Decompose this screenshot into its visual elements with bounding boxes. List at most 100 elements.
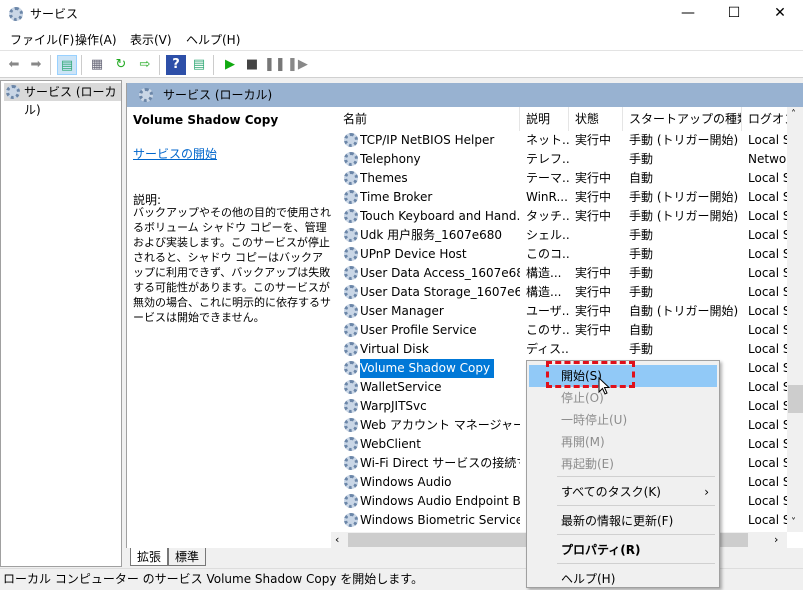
context-menu-item[interactable]: 最新の情報に更新(F) bbox=[529, 510, 717, 532]
cell-status: 実行中 bbox=[575, 323, 612, 337]
cell-description: 構造... bbox=[526, 266, 562, 280]
cell-name: WarpJITSvc bbox=[360, 399, 427, 413]
context-menu-item: 再開(M) bbox=[561, 435, 605, 449]
menu-help[interactable]: ヘルプ(H) bbox=[186, 31, 240, 48]
gear-icon bbox=[344, 152, 358, 166]
sort-ascending-icon: ˄ bbox=[425, 107, 430, 112]
toolbar: ⬅ ➡ ▤ ▦ ↻ ⇨ ? ▤ ▶ ■ ❚❚ ❚▶ bbox=[0, 50, 803, 78]
gear-icon bbox=[344, 266, 358, 280]
vertical-scrollbar[interactable]: ˄ ˅ bbox=[787, 107, 803, 532]
cell-name: Time Broker bbox=[360, 190, 433, 204]
detail-panel: Volume Shadow Copy サービスの開始 説明: バックアップやその… bbox=[127, 107, 331, 548]
minimize-button[interactable]: — bbox=[665, 0, 711, 28]
scroll-thumb[interactable] bbox=[788, 385, 803, 413]
context-menu-item[interactable]: ヘルプ(H) bbox=[529, 568, 717, 590]
gear-icon bbox=[344, 247, 358, 261]
pane-header-title: サービス (ローカル) bbox=[163, 88, 273, 102]
menu-separator bbox=[557, 534, 715, 535]
cell-description: テレフ... bbox=[526, 152, 569, 166]
table-row[interactable]: Telephony テレフ... 手動 Networ bbox=[331, 150, 791, 169]
table-row[interactable]: Udk 用户服务_1607e680 シェル... 手動 Local S bbox=[331, 226, 791, 245]
cell-name: TCP/IP NetBIOS Helper bbox=[360, 133, 495, 147]
show-hide-console-tree-icon[interactable]: ▤ bbox=[57, 55, 77, 75]
cell-description: 構造... bbox=[526, 285, 562, 299]
pane-header: サービス (ローカル) bbox=[127, 83, 803, 107]
cell-status: 実行中 bbox=[575, 171, 612, 185]
cell-name: Telephony bbox=[360, 152, 421, 166]
help-icon[interactable]: ? bbox=[166, 55, 186, 75]
gear-icon bbox=[344, 513, 358, 527]
column-header[interactable]: 状態 bbox=[569, 107, 623, 131]
close-button[interactable]: ✕ bbox=[757, 0, 803, 28]
context-menu-item: 一時停止(U) bbox=[561, 413, 628, 427]
cell-startup-type: 手動 bbox=[629, 228, 654, 242]
cell-name: User Data Storage_1607e680 bbox=[360, 285, 520, 299]
table-row[interactable]: TCP/IP NetBIOS Helper ネット... 実行中 手動 (トリガー開始… bbox=[331, 131, 791, 150]
gear-icon bbox=[344, 475, 358, 489]
context-menu-item[interactable]: プロパティ(R) bbox=[529, 539, 717, 561]
tab-extended[interactable]: 拡張 bbox=[130, 548, 169, 566]
column-headers: 名前説明状態スタートアップの種類ログオン˄ bbox=[331, 107, 802, 131]
cell-description: ディス... bbox=[526, 342, 569, 356]
play-icon[interactable]: ▶ bbox=[220, 55, 240, 75]
menu-separator bbox=[557, 505, 715, 506]
properties-icon[interactable]: ▦ bbox=[87, 55, 107, 75]
forward-arrow-icon[interactable]: ➡ bbox=[26, 55, 46, 75]
pause-icon[interactable]: ❚❚ bbox=[264, 55, 286, 75]
cell-name: Web アカウント マネージャー bbox=[360, 418, 520, 432]
column-header[interactable]: 説明 bbox=[520, 107, 569, 131]
cell-startup-type: 手動 (トリガー開始) bbox=[629, 133, 739, 147]
table-row[interactable]: User Profile Service このサ... 実行中 自動 Local S bbox=[331, 321, 791, 340]
table-row[interactable]: User Manager ユーザ... 実行中 自動 (トリガー開始) Local S bbox=[331, 302, 791, 321]
table-row[interactable]: Themes テーマ... 実行中 自動 Local S bbox=[331, 169, 791, 188]
gear-icon bbox=[344, 133, 358, 147]
column-header[interactable]: スタートアップの種類 bbox=[623, 107, 742, 131]
maximize-button[interactable]: ☐ bbox=[711, 0, 757, 28]
cell-description: このコ... bbox=[526, 247, 569, 261]
cell-status: 実行中 bbox=[575, 133, 612, 147]
table-row[interactable]: Virtual Disk ディス... 手動 Local S bbox=[331, 340, 791, 359]
action-pane-icon[interactable]: ▤ bbox=[189, 55, 209, 75]
gear-icon bbox=[344, 456, 358, 470]
tree-item-label: サービス (ローカル) bbox=[24, 85, 117, 117]
scroll-down-icon[interactable]: ˅ bbox=[791, 517, 796, 528]
table-row[interactable]: User Data Storage_1607e680 構造... 実行中 手動 Loca… bbox=[331, 283, 791, 302]
menu-action[interactable]: 操作(A) bbox=[75, 31, 117, 48]
cell-name: Windows Audio Endpoint B... bbox=[360, 494, 520, 508]
cell-startup-type: 手動 bbox=[629, 342, 654, 356]
context-menu-item[interactable]: すべてのタスク(K) bbox=[529, 481, 717, 503]
start-service-link[interactable]: サービスの開始 bbox=[133, 145, 217, 162]
scroll-up-icon[interactable]: ˄ bbox=[791, 109, 796, 120]
context-menu-item: 再起動(E) bbox=[561, 457, 614, 471]
table-row[interactable]: User Data Access_1607e680 構造... 実行中 手動 Local… bbox=[331, 264, 791, 283]
refresh-icon[interactable]: ↻ bbox=[111, 55, 131, 75]
resume-icon[interactable]: ❚▶ bbox=[287, 55, 308, 75]
chevron-right-icon: › bbox=[704, 485, 709, 499]
scroll-left-icon[interactable]: ‹ bbox=[335, 533, 339, 546]
table-row[interactable]: Time Broker WinR... 実行中 手動 (トリガー開始) Local S bbox=[331, 188, 791, 207]
tab-standard[interactable]: 標準 bbox=[168, 548, 207, 566]
table-row[interactable]: Touch Keyboard and Hand... タッチ... 実行中 手動 (ト… bbox=[331, 207, 791, 226]
cell-description: ネット... bbox=[526, 133, 569, 147]
gear-icon bbox=[344, 399, 358, 413]
cell-startup-type: 自動 (トリガー開始) bbox=[629, 304, 739, 318]
cell-name: Virtual Disk bbox=[360, 342, 429, 356]
gear-icon bbox=[344, 209, 358, 223]
cell-name: User Profile Service bbox=[360, 323, 477, 337]
back-arrow-icon[interactable]: ⬅ bbox=[4, 55, 24, 75]
cell-startup-type: 自動 bbox=[629, 171, 654, 185]
service-description: バックアップやその他の目的で使用されるボリューム シャドウ コピーを、管理および… bbox=[133, 206, 331, 324]
menu-file[interactable]: ファイル(F) bbox=[10, 31, 74, 48]
cell-name: Windows Biometric Service bbox=[360, 513, 520, 527]
scroll-right-icon[interactable]: › bbox=[774, 533, 778, 546]
tree-item-services-local[interactable]: サービス (ローカル) bbox=[4, 83, 121, 117]
cell-startup-type: 手動 (トリガー開始) bbox=[629, 209, 739, 223]
cell-startup-type: 自動 bbox=[629, 323, 654, 337]
cell-startup-type: 手動 (トリガー開始) bbox=[629, 190, 739, 204]
menu-view[interactable]: 表示(V) bbox=[130, 31, 172, 48]
export-list-icon[interactable]: ⇨ bbox=[135, 55, 155, 75]
stop-icon[interactable]: ■ bbox=[242, 55, 262, 75]
table-row[interactable]: UPnP Device Host このコ... 手動 Local S bbox=[331, 245, 791, 264]
mouse-cursor-icon bbox=[598, 377, 611, 395]
cell-description: WinR... bbox=[526, 190, 568, 204]
